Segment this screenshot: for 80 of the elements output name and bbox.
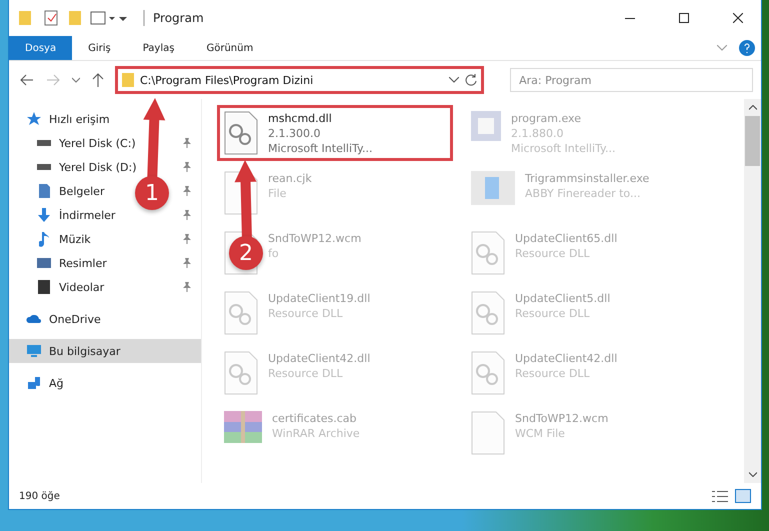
download-icon xyxy=(38,208,50,222)
window-title: Program xyxy=(153,11,205,25)
pin-icon[interactable] xyxy=(183,210,191,220)
film-icon xyxy=(38,280,50,294)
details-view-icon[interactable] xyxy=(711,490,729,502)
file-details: 2.1.300.0 xyxy=(268,126,320,141)
step-number-badge: 2 xyxy=(229,236,263,270)
folder-icon xyxy=(122,73,134,87)
file-details: Resource DLL xyxy=(268,306,343,321)
pin-icon[interactable] xyxy=(183,162,191,172)
gear-file-icon xyxy=(224,291,258,335)
search-field[interactable]: Ara: Program xyxy=(510,68,753,92)
music-note-icon xyxy=(39,232,49,246)
cloud-icon xyxy=(26,314,42,324)
recent-dropdown-button[interactable] xyxy=(69,77,83,83)
pin-icon[interactable] xyxy=(183,138,191,148)
address-field[interactable]: C:\Program Files\Program Dizini xyxy=(115,66,484,94)
ribbon-tab[interactable]: Görünüm xyxy=(190,36,270,60)
gear-file-icon xyxy=(224,351,258,395)
selected-sidebar-item[interactable]: Bu bilgisayar xyxy=(9,339,201,363)
quick-access-toolbar-icon[interactable] xyxy=(19,10,145,26)
sidebar-item[interactable]: Resimler xyxy=(59,256,107,270)
file-details: Resource DLL xyxy=(515,246,590,261)
ribbon-tab[interactable]: Giriş xyxy=(72,36,127,60)
computer-icon xyxy=(27,345,41,357)
ribbon-tab[interactable]: Dosya xyxy=(9,36,72,60)
dropdown-caret-icon[interactable] xyxy=(449,77,460,83)
scrollbar[interactable] xyxy=(744,99,761,483)
gear-file-icon xyxy=(224,111,258,155)
file-details: Microsoft IntelliTy... xyxy=(268,141,372,156)
file-details: fo xyxy=(268,246,279,261)
star-icon xyxy=(26,111,42,127)
file-details: WinRAR Archive xyxy=(272,426,360,441)
pin-icon[interactable] xyxy=(183,282,191,292)
scrollbar-thumb[interactable] xyxy=(745,116,760,166)
sidebar-item[interactable]: Ağ xyxy=(49,376,64,390)
help-icon[interactable] xyxy=(739,40,755,56)
expand-ribbon-icon[interactable] xyxy=(717,45,727,51)
ribbon-tab[interactable]: Paylaş xyxy=(126,36,190,60)
sidebar-item[interactable]: Yerel Disk (D:) xyxy=(59,160,137,174)
network-icon xyxy=(28,377,40,389)
drive-icon xyxy=(37,140,51,146)
maximize-icon xyxy=(679,13,689,23)
sidebar-item[interactable]: Müzik xyxy=(59,232,91,246)
file-details: ABBY Finereader to... xyxy=(525,186,640,201)
sidebar-item[interactable]: OneDrive xyxy=(49,312,101,326)
file-icon xyxy=(471,411,505,455)
gear-file-icon xyxy=(471,231,505,275)
sidebar-item[interactable]: Bu bilgisayar xyxy=(49,344,120,358)
gear-file-icon xyxy=(471,291,505,335)
scroll-down-icon[interactable] xyxy=(748,472,756,477)
sidebar-item[interactable]: Hızlı erişim xyxy=(49,112,110,126)
sidebar-item[interactable]: Belgeler xyxy=(59,184,104,198)
gear-file-icon xyxy=(471,351,505,395)
file-details: Resource DLL xyxy=(515,366,590,381)
sidebar-item[interactable]: Videolar xyxy=(59,280,104,294)
pin-icon[interactable] xyxy=(183,186,191,196)
pin-icon[interactable] xyxy=(183,234,191,244)
scroll-up-icon[interactable] xyxy=(748,105,756,110)
program-icon xyxy=(471,111,501,141)
item-count: 190 öğe xyxy=(19,490,61,502)
file-details: Resource DLL xyxy=(515,306,590,321)
close-icon xyxy=(733,13,743,23)
installer-icon xyxy=(471,171,515,205)
file-name[interactable]: mshcmd.dll xyxy=(268,111,332,126)
file-details: 2.1.880.0 xyxy=(511,126,564,141)
file-details: File xyxy=(268,186,286,201)
file-details: WCM File xyxy=(515,426,565,441)
large-icons-view-icon[interactable] xyxy=(735,489,751,503)
file-details: Resource DLL xyxy=(268,366,343,381)
refresh-icon[interactable] xyxy=(465,74,478,86)
file-details: Microsoft IntelliTy... xyxy=(511,141,616,156)
archive-icon xyxy=(224,411,262,443)
document-icon xyxy=(38,184,50,198)
step-number-badge: 1 xyxy=(135,176,169,210)
sidebar-item[interactable]: Yerel Disk (C:) xyxy=(59,136,136,150)
sidebar-item[interactable]: İndirmeler xyxy=(59,208,116,222)
pin-icon[interactable] xyxy=(183,258,191,268)
picture-icon xyxy=(37,258,51,268)
drive-icon xyxy=(37,164,51,170)
